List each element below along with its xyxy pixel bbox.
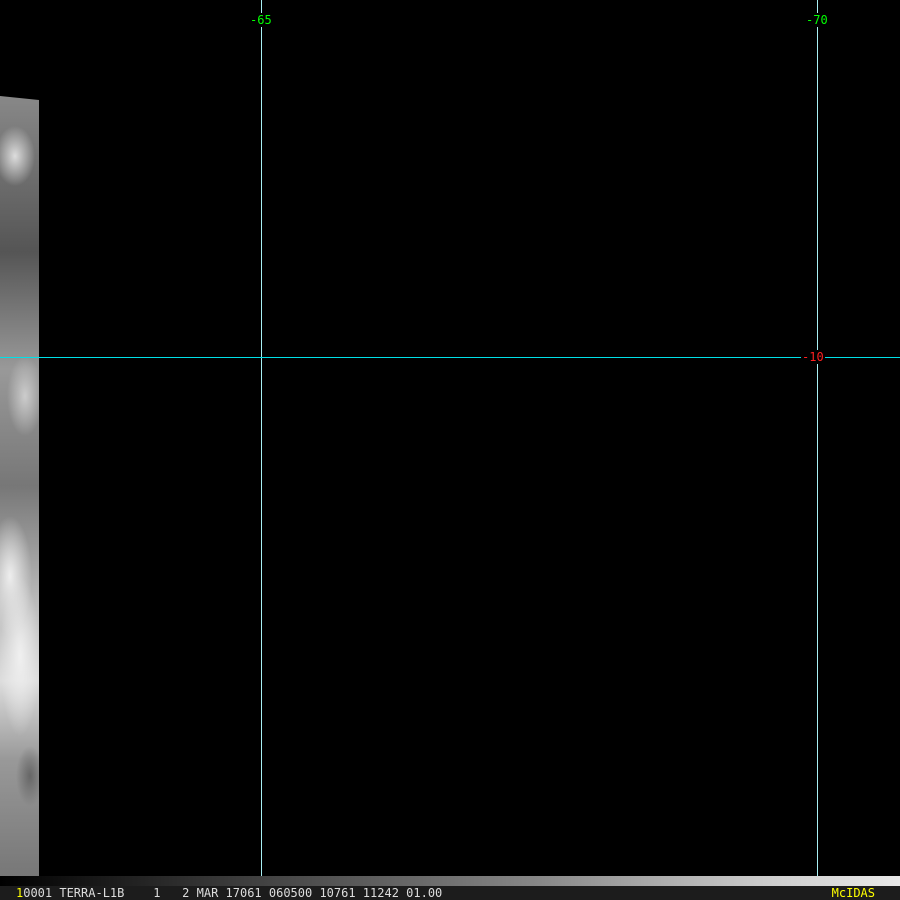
lon-label: -65 bbox=[249, 13, 273, 27]
longitude-line bbox=[261, 0, 262, 886]
brand-label: McIDAS bbox=[831, 886, 875, 900]
lon-label: -70 bbox=[805, 13, 829, 27]
satellite-imagery bbox=[0, 96, 39, 876]
lat-label: -10 bbox=[801, 350, 825, 364]
latitude-line bbox=[0, 357, 900, 358]
longitude-line bbox=[817, 0, 818, 886]
image-info: 0001 TERRA-L1B 1 2 MAR 17061 060500 1076… bbox=[23, 886, 443, 900]
status-bar: 10001 TERRA-L1B 1 2 MAR 17061 060500 107… bbox=[0, 886, 900, 900]
